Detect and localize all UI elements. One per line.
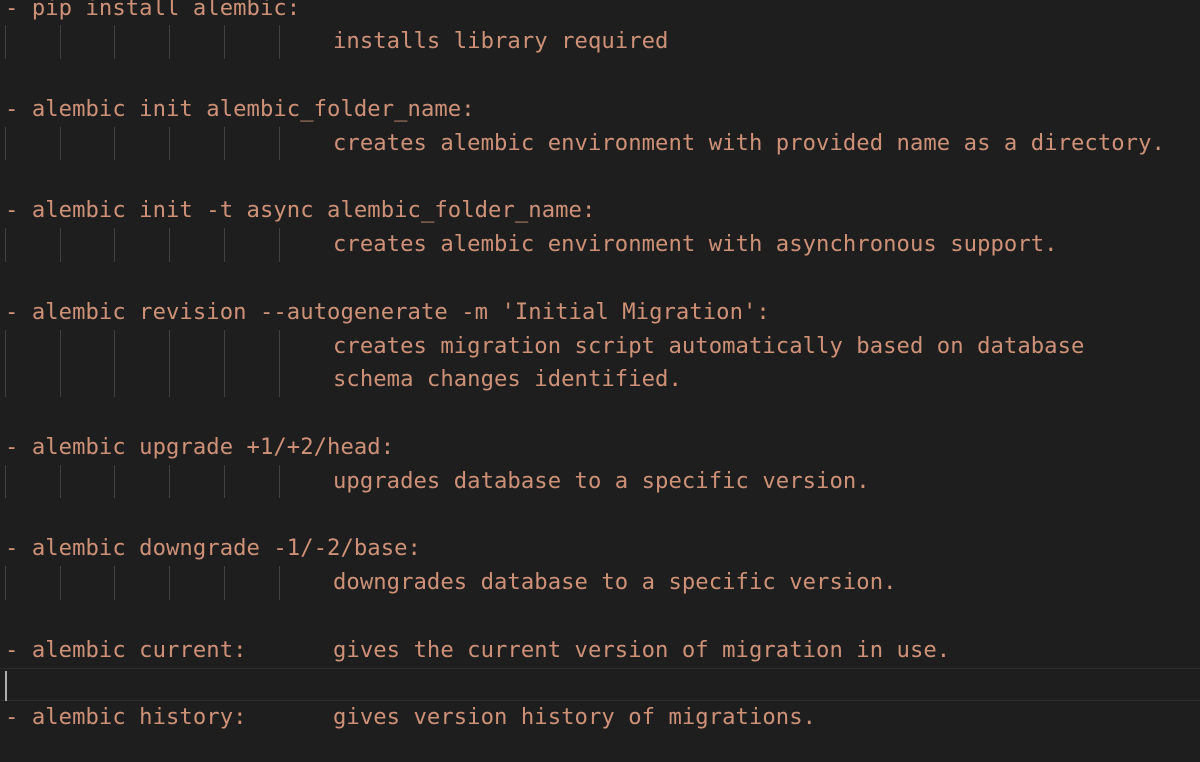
indent-guide: [169, 126, 170, 161]
code-line[interactable]: - alembic init alembic_folder_name:: [0, 93, 1200, 127]
line-command: - alembic revision --autogenerate -m 'In…: [5, 298, 770, 325]
code-line[interactable]: [0, 161, 1200, 195]
line-command: - alembic init alembic_folder_name:: [5, 95, 475, 122]
indent-guide: [224, 25, 225, 60]
indent-guide: [114, 464, 115, 499]
line-description: creates alembic environment with provide…: [333, 129, 1165, 156]
indent-guide: [60, 329, 61, 364]
indent-guide: [5, 25, 6, 60]
indent-guide: [279, 25, 280, 60]
current-line[interactable]: [0, 667, 1200, 702]
indent-guide: [224, 363, 225, 398]
line-description: gives version history of migrations.: [333, 704, 817, 731]
indent-guide: [224, 566, 225, 600]
code-line[interactable]: - alembic upgrade +1/+2/head:: [0, 431, 1200, 465]
indent-guide: [5, 329, 6, 364]
line-description: creates alembic environment with asynchr…: [333, 231, 1058, 258]
indent-guide: [60, 25, 61, 60]
code-line[interactable]: - alembic init -t async alembic_folder_n…: [0, 194, 1200, 228]
text-cursor: [5, 670, 7, 701]
indent-guide: [224, 228, 225, 262]
line-description: schema changes identified.: [333, 366, 682, 393]
indent-guide: [5, 566, 6, 600]
code-line[interactable]: [0, 397, 1200, 431]
line-description: downgrades database to a specific versio…: [333, 569, 897, 596]
indent-guide: [224, 329, 225, 364]
line-command: - alembic history:: [5, 704, 247, 731]
code-line[interactable]: installs library required: [0, 25, 1200, 60]
code-line[interactable]: - alembic current: gives the current vers…: [0, 634, 1200, 668]
code-line[interactable]: creates migration script automatically b…: [0, 329, 1200, 364]
line-command: - alembic downgrade -1/-2/base:: [5, 535, 421, 562]
code-line[interactable]: - alembic history: gives version history …: [0, 701, 1200, 735]
indent-guide: [114, 566, 115, 600]
indent-guide: [5, 228, 6, 262]
code-line[interactable]: [0, 600, 1200, 634]
line-command: - alembic init -t async alembic_folder_n…: [5, 197, 596, 224]
indent-guide: [114, 329, 115, 364]
indent-guide: [60, 363, 61, 398]
code-line[interactable]: - pip install alembic:: [0, 0, 1200, 25]
indent-guide: [169, 329, 170, 364]
code-line[interactable]: - alembic downgrade -1/-2/base:: [0, 532, 1200, 566]
indent-guide: [5, 363, 6, 398]
line-command: - alembic current:: [5, 636, 247, 663]
indent-guide: [169, 464, 170, 499]
indent-guide: [114, 25, 115, 60]
code-line[interactable]: - alembic revision --autogenerate -m 'In…: [0, 296, 1200, 330]
line-description: gives the current version of migration i…: [333, 636, 951, 663]
indent-guide: [169, 363, 170, 398]
indent-guide: [60, 228, 61, 262]
code-line[interactable]: upgrades database to a specific version.: [0, 464, 1200, 499]
indent-guide: [169, 566, 170, 600]
code-editor[interactable]: - pip install alembic: installs library r…: [0, 0, 1200, 762]
line-command: - pip install alembic:: [5, 0, 301, 21]
indent-guide: [114, 363, 115, 398]
indent-guide: [60, 566, 61, 600]
line-description: upgrades database to a specific version.: [333, 467, 870, 494]
code-line[interactable]: [0, 262, 1200, 296]
indent-guide: [114, 126, 115, 161]
indent-guide: [114, 228, 115, 262]
indent-guide: [169, 228, 170, 262]
code-line[interactable]: creates alembic environment with asynchr…: [0, 228, 1200, 262]
code-line[interactable]: schema changes identified.: [0, 363, 1200, 398]
indent-guide: [279, 329, 280, 364]
indent-guide: [224, 126, 225, 161]
code-line[interactable]: [0, 59, 1200, 93]
indent-guide: [279, 126, 280, 161]
indent-guide: [60, 464, 61, 499]
indent-guide: [279, 228, 280, 262]
indent-guide: [224, 464, 225, 499]
line-description: installs library required: [333, 28, 669, 55]
indent-guide: [279, 566, 280, 600]
line-description: creates migration script automatically b…: [333, 332, 1085, 359]
line-command: - alembic upgrade +1/+2/head:: [5, 433, 395, 460]
code-line[interactable]: creates alembic environment with provide…: [0, 126, 1200, 161]
indent-guide: [279, 363, 280, 398]
indent-guide: [5, 126, 6, 161]
indent-guide: [5, 464, 6, 499]
indent-guide: [279, 464, 280, 499]
code-line[interactable]: [0, 499, 1200, 533]
indent-guide: [169, 25, 170, 60]
indent-guide: [60, 126, 61, 161]
code-line[interactable]: downgrades database to a specific versio…: [0, 566, 1200, 600]
